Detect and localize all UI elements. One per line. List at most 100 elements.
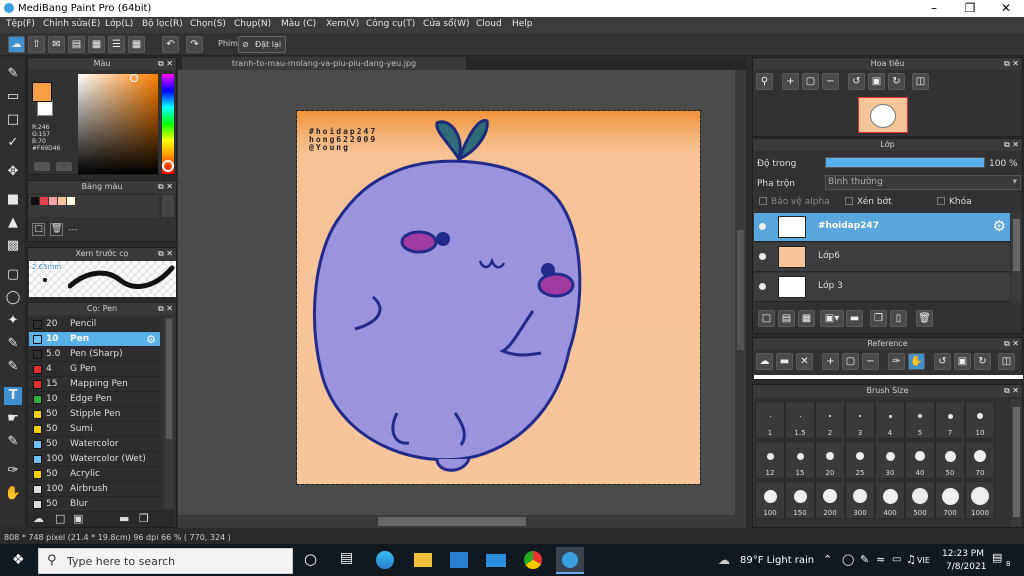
brush-size-option[interactable]: 30 (875, 441, 905, 479)
brush-item[interactable]: 10 Pen ⚙ (29, 332, 160, 347)
new-brush-icon[interactable]: □ (55, 512, 65, 525)
canvas-vertical-scrollbar[interactable] (735, 70, 746, 515)
cloud-icon[interactable]: ☁ (8, 36, 25, 53)
brush-size-option[interactable]: 10 (965, 401, 995, 439)
secondary-color-swatch[interactable] (37, 100, 53, 116)
input-language[interactable]: VIE (917, 556, 930, 565)
menu-filter[interactable]: Bộ lọc(R) (142, 19, 183, 29)
eyedropper-small-icon[interactable] (34, 162, 50, 171)
brush-size-option[interactable]: 7 (935, 401, 965, 439)
saturation-value-picker[interactable] (78, 74, 158, 174)
reference-zoom-actual-icon[interactable]: ▢ (842, 353, 859, 370)
menu-window[interactable]: Cửa sổ(W) (423, 19, 469, 29)
comment-icon[interactable]: ✉ (48, 36, 65, 53)
layer-item[interactable]: #hoidap247 ⚙ (754, 213, 1010, 242)
layer-item[interactable]: Lớp 3 (754, 273, 1010, 302)
brush-item[interactable]: 4 G Pen (29, 362, 160, 377)
eyedropper-icon[interactable]: ✑ (4, 462, 22, 480)
task-view-icon[interactable]: ○ (304, 550, 317, 568)
palette-swatch[interactable] (31, 197, 39, 205)
brush-item[interactable]: 50 Sumi (29, 422, 160, 437)
widgets-icon[interactable]: ▤ (340, 550, 353, 566)
brush-size-option[interactable]: 150 (785, 481, 815, 519)
brush-item[interactable]: 50 Blur (29, 497, 160, 509)
brush-item[interactable]: 5.0 Pen (Sharp) (29, 347, 160, 362)
canvas-horizontal-scrollbar[interactable] (178, 515, 746, 528)
brush-size-option[interactable]: 1000 (965, 481, 995, 519)
brush-item[interactable]: 50 Acrylic (29, 467, 160, 482)
menu-edit[interactable]: Chỉnh sửa(E) (43, 19, 100, 29)
menu-select[interactable]: Chọn(S) (190, 19, 226, 29)
close-icon[interactable]: ⧉ ✕ (158, 181, 173, 193)
layer-folder-icon[interactable]: ▬ (846, 310, 863, 327)
palette-delete-icon[interactable]: 🗑 (50, 223, 63, 236)
medibang-taskbar-icon[interactable] (556, 547, 584, 574)
brush-folder-icon[interactable]: ▬ (119, 512, 129, 525)
reset-button[interactable]: ⊘ Đặt lại (238, 36, 286, 53)
protect-alpha-checkbox[interactable] (759, 197, 767, 205)
brush-size-option[interactable]: 12 (755, 441, 785, 479)
lock-checkbox[interactable] (937, 197, 945, 205)
new-halftone-layer-icon[interactable]: ▤ (778, 310, 795, 327)
blend-mode-select[interactable]: Bình thường ▾ (825, 175, 1021, 190)
opacity-slider[interactable] (825, 157, 985, 168)
hue-slider-handle[interactable] (162, 160, 174, 172)
brush-size-option[interactable]: 25 (845, 441, 875, 479)
move-tool-icon[interactable]: ✥ (4, 163, 22, 181)
fill-rect-icon[interactable]: ■ (4, 191, 22, 209)
brush-size-option[interactable]: 2 (815, 401, 845, 439)
brush-size-scrollbar[interactable] (1011, 399, 1022, 527)
color-picker-handle[interactable] (130, 74, 138, 82)
brush-item[interactable]: 100 Airbrush (29, 482, 160, 497)
clock-date[interactable]: 7/8/2021 (946, 562, 986, 572)
reference-hand-icon[interactable]: ✋ (908, 353, 925, 370)
close-icon[interactable]: ⧉ ✕ (1004, 385, 1019, 397)
tray-pen-icon[interactable]: ✎ (860, 553, 869, 566)
menu-color[interactable]: Màu (C) (281, 19, 316, 29)
brush-item[interactable]: 15 Mapping Pen (29, 377, 160, 392)
rect-tool-icon[interactable]: □ (4, 111, 22, 129)
reference-rotate-left-icon[interactable]: ↺ (934, 353, 951, 370)
wifi-icon[interactable]: ≈ (876, 553, 885, 566)
hue-slider[interactable] (162, 74, 174, 174)
upload-icon[interactable]: ⇧ (28, 36, 45, 53)
reference-open-icon[interactable]: ▬ (776, 353, 793, 370)
menu-file[interactable]: Tệp(F) (6, 19, 35, 29)
tray-icon[interactable]: ◯ (842, 553, 854, 566)
brush-size-option[interactable]: 70 (965, 441, 995, 479)
brush-size-option[interactable]: 20 (815, 441, 845, 479)
brush-size-option[interactable]: 5 (905, 401, 935, 439)
layer-list-scrollbar[interactable] (1011, 213, 1022, 303)
menu-cloud[interactable]: Cloud (476, 19, 502, 29)
reference-close-icon[interactable]: ✕ (796, 353, 813, 370)
select-pen-icon[interactable]: ✎ (4, 335, 22, 353)
eye-icon[interactable] (759, 253, 766, 260)
menu-capture[interactable]: Chụp(N) (234, 19, 271, 29)
brush-size-option[interactable]: 400 (875, 481, 905, 519)
brush-size-option[interactable]: 4 (875, 401, 905, 439)
undo-button[interactable]: ↶ (162, 36, 179, 53)
close-icon[interactable]: ⧉ ✕ (1004, 338, 1019, 350)
message-icon[interactable]: ▤ (68, 36, 85, 53)
close-icon[interactable]: ⧉ ✕ (158, 248, 173, 260)
windows-start-icon[interactable]: ❖ (12, 552, 25, 568)
close-icon[interactable]: ⧉ ✕ (158, 303, 173, 315)
brush-size-option[interactable]: 40 (905, 441, 935, 479)
brush-copy-icon[interactable]: ❐ (139, 512, 149, 525)
eye-icon[interactable] (759, 223, 766, 230)
brush-list-scrollbar[interactable] (164, 317, 174, 509)
reference-zoom-out-icon[interactable]: − (862, 353, 879, 370)
reference-eyedropper-icon[interactable]: ✑ (888, 353, 905, 370)
redo-button[interactable]: ↷ (186, 36, 203, 53)
brush-size-option[interactable]: 100 (755, 481, 785, 519)
chrome-icon[interactable] (524, 551, 542, 569)
reference-rotate-right-icon[interactable]: ↻ (974, 353, 991, 370)
volume-icon[interactable]: ♫ (906, 553, 916, 566)
palette-scrollbar[interactable] (162, 195, 174, 217)
select-tool-icon[interactable]: ▢ (4, 266, 22, 284)
taskbar-search-box[interactable]: ⚲ Type here to search (38, 548, 293, 574)
reference-cloud-icon[interactable]: ☁ (756, 353, 773, 370)
file-explorer-icon[interactable] (414, 553, 432, 567)
layer-menu-icon[interactable]: ▣▾ (820, 310, 844, 327)
clipping-checkbox[interactable] (845, 197, 853, 205)
